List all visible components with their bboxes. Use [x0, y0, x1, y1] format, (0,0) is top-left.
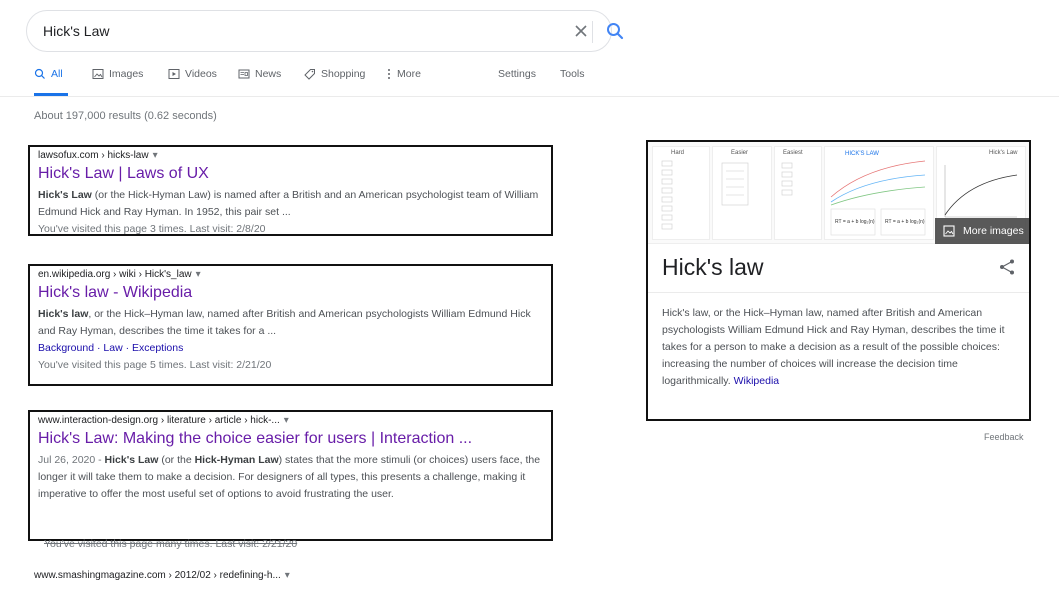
thumb-label: Easiest	[783, 150, 803, 156]
results-count: About 197,000 results (0.62 seconds)	[34, 110, 217, 122]
result-url[interactable]: lawsofux.com › hicks-law ▾	[38, 150, 543, 161]
tab-more[interactable]: More	[386, 68, 421, 80]
tab-label: Videos	[185, 68, 217, 80]
result-url[interactable]: en.wikipedia.org › wiki › Hick's_law ▾	[38, 269, 543, 280]
result-url[interactable]: www.smashingmagazine.com › 2012/02 › red…	[34, 570, 290, 581]
description-text: Hick's law, or the Hick–Hyman law, named…	[662, 307, 1005, 387]
visited-note: You've visited this page 3 times. Last v…	[38, 223, 266, 235]
search-result: www.interaction-design.org › literature …	[28, 410, 553, 541]
thumb-label: Easier	[731, 150, 749, 156]
snippet-text: (or the	[158, 454, 195, 466]
snippet-date: Jul 26, 2020 -	[38, 454, 105, 466]
visited-note: You've visited this page 5 times. Last v…	[38, 359, 272, 371]
sitelinks: Background · Law · Exceptions	[38, 342, 184, 354]
tab-label: All	[51, 68, 63, 80]
url-text: www.smashingmagazine.com › 2012/02 › red…	[34, 570, 281, 581]
tab-label: More	[397, 68, 421, 80]
close-icon[interactable]	[571, 21, 591, 41]
url-text: en.wikipedia.org › wiki › Hick's_law	[38, 269, 192, 280]
result-snippet: Hick's Law (or the Hick-Hyman Law) is na…	[38, 187, 543, 221]
visited-note: You've visited this page many times. Las…	[44, 538, 298, 550]
thumb-label: Hard	[671, 150, 685, 156]
snippet-bold: Hick's law	[38, 308, 89, 320]
image-thumbnail[interactable]: Easier	[712, 146, 772, 240]
search-result: en.wikipedia.org › wiki › Hick's_law ▾ Hi…	[28, 264, 553, 386]
share-icon[interactable]	[998, 258, 1016, 276]
tab-all[interactable]: All	[34, 68, 63, 80]
image-thumbnail[interactable]: Easiest	[774, 146, 822, 240]
sitelink-background[interactable]: Background	[38, 342, 94, 354]
thumb-label: Hick's Law	[989, 150, 1018, 156]
tab-label: Shopping	[321, 68, 366, 80]
result-snippet: Hick's law, or the Hick–Hyman law, named…	[38, 306, 543, 340]
tag-icon	[304, 69, 315, 80]
knowledge-panel-title: Hick's law	[662, 254, 764, 280]
knowledge-panel-description: Hick's law, or the Hick–Hyman law, named…	[662, 305, 1024, 390]
result-title-link[interactable]: Hick's Law: Making the choice easier for…	[38, 430, 543, 448]
list-graphic	[661, 160, 673, 230]
snippet-bold: Hick's Law	[104, 454, 159, 466]
list-graphic	[781, 162, 793, 196]
url-text: lawsofux.com › hicks-law	[38, 150, 149, 161]
url-text: www.interaction-design.org › literature …	[38, 415, 280, 426]
tab-settings[interactable]: Settings	[498, 68, 536, 80]
image-icon	[943, 225, 955, 237]
svg-text:RT = a + b log₂(n): RT = a + b log₂(n)	[885, 219, 925, 225]
search-icon[interactable]	[605, 21, 625, 41]
chevron-down-icon[interactable]: ▾	[196, 269, 201, 280]
sitelink-law[interactable]: Law	[103, 342, 122, 354]
wikipedia-link[interactable]: Wikipedia	[734, 375, 780, 387]
tab-label: Tools	[560, 68, 585, 80]
tab-news[interactable]: News	[238, 68, 281, 80]
knowledge-panel: Hard Easier Easiest HICK'S LAW RT = a + …	[646, 140, 1031, 421]
search-input[interactable]: Hick's Law	[43, 23, 109, 39]
image-thumbnail[interactable]: HICK'S LAW RT = a + b log₂(n) RT = a + b…	[824, 146, 934, 240]
tab-label: Settings	[498, 68, 536, 80]
image-icon	[92, 69, 104, 79]
list-graphic	[721, 162, 749, 206]
tab-shopping[interactable]: Shopping	[304, 68, 365, 80]
video-icon	[168, 69, 180, 79]
snippet-text: (or the Hick-Hyman Law) is named after a…	[38, 189, 539, 218]
chevron-down-icon[interactable]: ▾	[153, 150, 158, 161]
chevron-down-icon[interactable]: ▾	[284, 415, 289, 426]
sitelink-exceptions[interactable]: Exceptions	[132, 342, 183, 354]
snippet-bold: Hick-Hyman Law	[194, 454, 279, 466]
result-title-link[interactable]: Hick's Law | Laws of UX	[38, 165, 543, 183]
result-snippet: Jul 26, 2020 - Hick's Law (or the Hick-H…	[38, 452, 543, 503]
more-vert-icon	[388, 69, 390, 79]
tab-label: News	[255, 68, 282, 80]
chart-graphic: HICK'S LAW RT = a + b log₂(n) RT = a + b…	[830, 151, 926, 236]
panel-divider	[648, 292, 1029, 293]
tab-images[interactable]: Images	[92, 68, 143, 80]
svg-text:RT = a + b log₂(n): RT = a + b log₂(n)	[835, 219, 875, 225]
more-images-label: More images	[963, 225, 1024, 237]
tab-videos[interactable]: Videos	[168, 68, 217, 80]
snippet-bold: Hick's Law	[38, 189, 92, 201]
news-icon	[238, 69, 250, 79]
image-strip[interactable]: Hard Easier Easiest HICK'S LAW RT = a + …	[648, 142, 1029, 244]
result-title-link[interactable]: Hick's law - Wikipedia	[38, 284, 543, 302]
feedback-link[interactable]: Feedback	[984, 432, 1024, 442]
search-result: lawsofux.com › hicks-law ▾ Hick's Law | L…	[28, 145, 553, 236]
more-images-button[interactable]: More images	[935, 218, 1029, 244]
tabs-divider	[0, 96, 1059, 97]
image-thumbnail[interactable]: Hard	[652, 146, 710, 240]
tab-tools[interactable]: Tools	[560, 68, 585, 80]
result-url[interactable]: www.interaction-design.org › literature …	[38, 415, 543, 426]
svg-text:HICK'S LAW: HICK'S LAW	[845, 151, 879, 157]
snippet-text: , or the Hick–Hyman law, named after Bri…	[38, 308, 531, 337]
tab-label: Images	[109, 68, 144, 80]
search-box[interactable]: Hick's Law	[26, 10, 624, 52]
search-divider	[592, 21, 593, 43]
search-icon	[34, 68, 45, 79]
chevron-down-icon[interactable]: ▾	[285, 570, 290, 581]
